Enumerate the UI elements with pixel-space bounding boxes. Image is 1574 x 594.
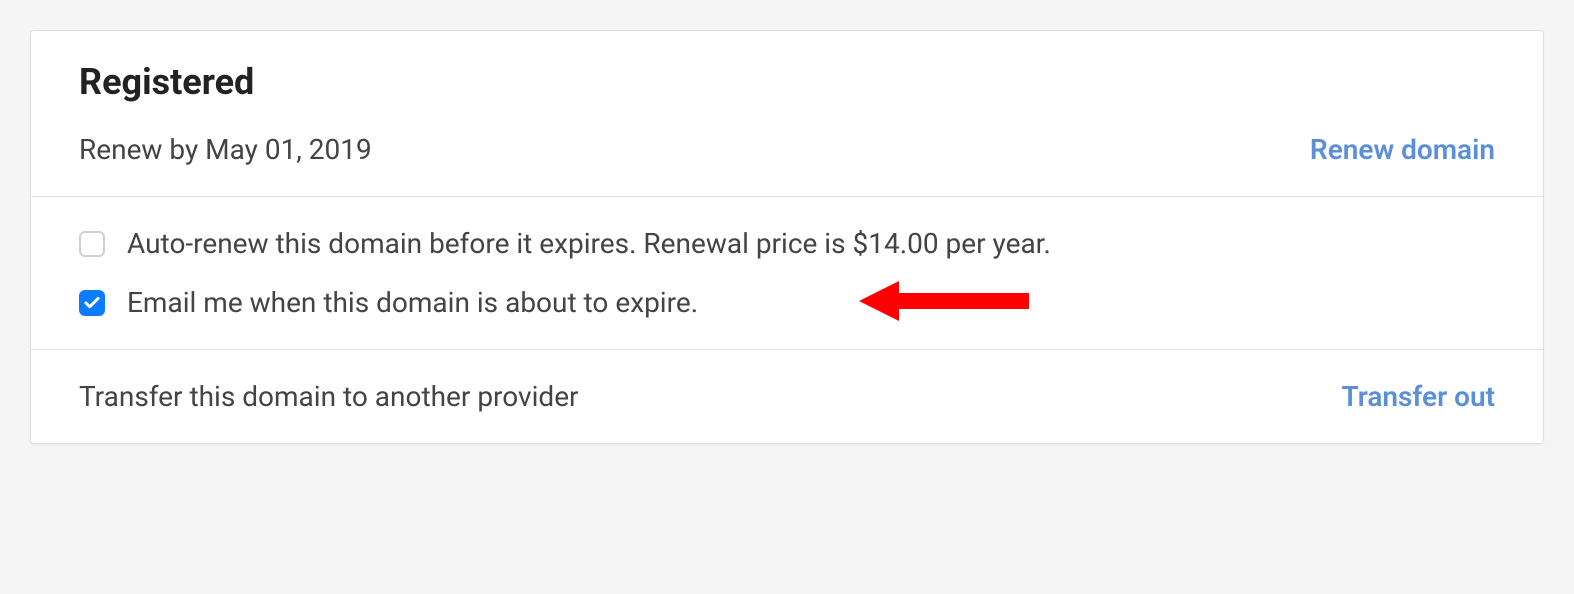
- auto-renew-checkbox[interactable]: [79, 231, 105, 257]
- email-expire-checkbox[interactable]: [79, 290, 105, 316]
- options-section: Auto-renew this domain before it expires…: [31, 197, 1543, 350]
- transfer-section: Transfer this domain to another provider…: [31, 350, 1543, 443]
- auto-renew-row: Auto-renew this domain before it expires…: [79, 227, 1495, 260]
- email-expire-label: Email me when this domain is about to ex…: [127, 286, 698, 319]
- registered-card: Registered Renew by May 01, 2019 Renew d…: [30, 30, 1544, 444]
- renew-by-text: Renew by May 01, 2019: [79, 133, 372, 166]
- transfer-out-link[interactable]: Transfer out: [1341, 380, 1495, 413]
- card-title: Registered: [79, 61, 1495, 103]
- arrow-left-icon: [859, 277, 1029, 325]
- renew-row: Renew by May 01, 2019 Renew domain: [79, 133, 1495, 166]
- check-icon: [83, 294, 101, 312]
- auto-renew-label: Auto-renew this domain before it expires…: [127, 227, 1051, 260]
- transfer-text: Transfer this domain to another provider: [79, 380, 579, 413]
- header-section: Registered Renew by May 01, 2019 Renew d…: [31, 31, 1543, 197]
- red-arrow-annotation: [859, 277, 1029, 329]
- transfer-row: Transfer this domain to another provider…: [79, 380, 1495, 413]
- renew-domain-link[interactable]: Renew domain: [1310, 133, 1495, 166]
- email-expire-row: Email me when this domain is about to ex…: [79, 286, 1495, 319]
